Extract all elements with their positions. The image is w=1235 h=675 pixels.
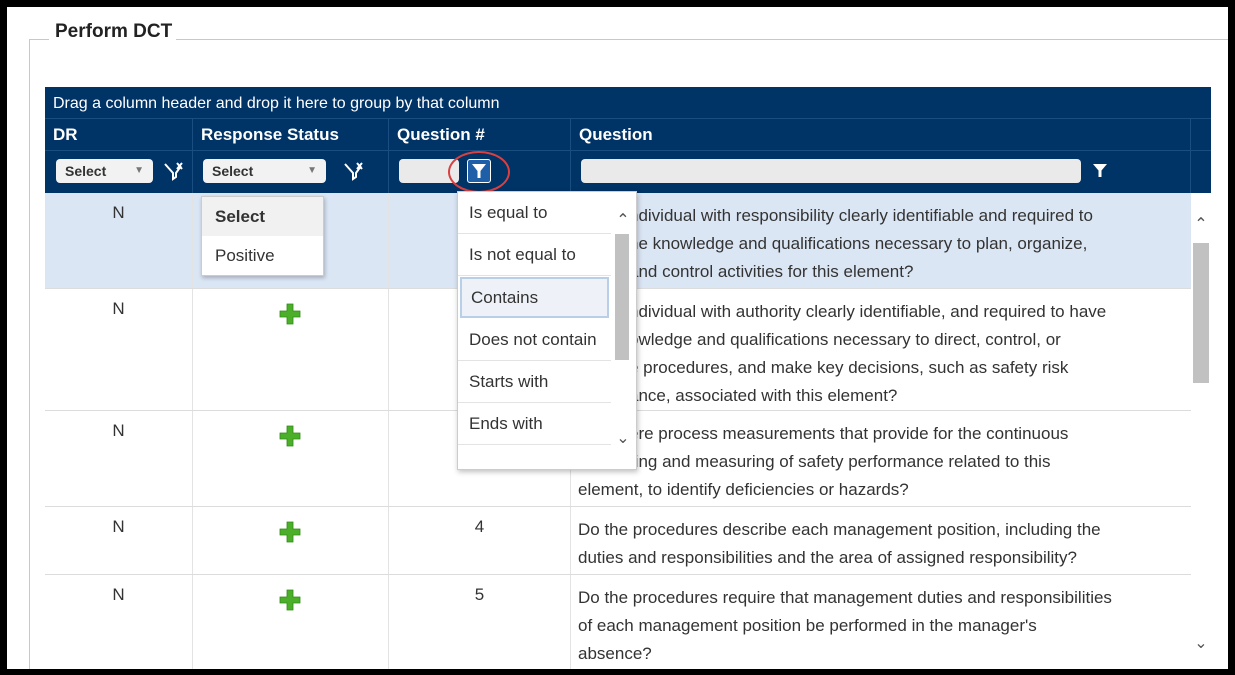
question-line: of each management position be performed…: [578, 616, 1037, 635]
question-line: ndividual with responsibility clearly id…: [629, 206, 1093, 225]
question-cell: ndividual with authority clearly identif…: [571, 289, 1191, 410]
question-line: ere process measurements that provide fo…: [629, 424, 1069, 443]
dr-cell: N: [45, 411, 193, 506]
filter-cell-question: [571, 151, 1191, 193]
plus-icon[interactable]: [278, 302, 302, 326]
operator-option[interactable]: Ends with: [458, 403, 611, 445]
column-header-dr[interactable]: DR: [45, 119, 193, 150]
operator-scrollbar[interactable]: ⌃ ⌄: [611, 192, 635, 467]
dr-cell: N: [45, 193, 193, 288]
question-line: and control activities for this element?: [629, 262, 914, 281]
question-cell: Do the procedures require that managemen…: [571, 575, 1191, 669]
highlight-circle: [448, 151, 510, 193]
question-line: e procedures, and make key decisions, su…: [629, 358, 1069, 377]
question-line: ance, associated with this element?: [629, 386, 898, 405]
question-line: Do the procedures describe each manageme…: [578, 520, 1101, 539]
dr-cell: N: [45, 507, 193, 574]
grid-scrollbar[interactable]: ⌃ ⌄: [1191, 193, 1211, 669]
plus-icon[interactable]: [278, 520, 302, 544]
scroll-up-icon[interactable]: ⌃: [1194, 217, 1208, 233]
question-cell: ndividual with responsibility clearly id…: [571, 193, 1191, 288]
operator-list: Is equal to Is not equal to Contains Doe…: [458, 192, 611, 445]
question-line: duties and responsibilities and the area…: [578, 548, 1077, 567]
response-status-cell[interactable]: [193, 507, 389, 574]
plus-icon[interactable]: [278, 588, 302, 612]
scroll-down-icon[interactable]: ⌄: [1194, 636, 1208, 652]
question-filter-input[interactable]: [581, 159, 1081, 183]
operator-option[interactable]: Is equal to: [458, 192, 611, 234]
question-line: owledge and qualifications necessary to …: [629, 330, 1061, 349]
dr-cell: N: [45, 575, 193, 669]
status-option-select[interactable]: Select: [202, 197, 323, 236]
operator-option[interactable]: Starts with: [458, 361, 611, 403]
column-header-question[interactable]: Question: [571, 119, 1191, 150]
question-line: absence?: [578, 644, 652, 663]
clear-filter-icon[interactable]: [342, 160, 364, 182]
scrollbar-thumb[interactable]: [1193, 243, 1209, 383]
status-filter-select-label: Select: [212, 163, 254, 179]
question-line: ring and measuring of safety performance…: [629, 452, 1051, 471]
chevron-down-icon: ▼: [134, 165, 144, 176]
filter-cell-response-status: Select ▼: [193, 151, 389, 193]
question-filter-button[interactable]: [1089, 159, 1113, 183]
table-row[interactable]: N 4 Do the procedures describe each mana…: [45, 507, 1191, 575]
question-number-cell: 4: [389, 507, 571, 574]
status-filter-select[interactable]: Select ▼: [203, 159, 326, 183]
group-drop-zone[interactable]: Drag a column header and drop it here to…: [45, 87, 1211, 118]
scroll-up-icon[interactable]: ⌃: [616, 210, 630, 230]
column-header-question-number[interactable]: Question #: [389, 119, 571, 150]
operator-option[interactable]: Does not contain: [458, 319, 611, 361]
funnel-icon: [1093, 164, 1107, 177]
clear-filter-icon[interactable]: [162, 160, 184, 182]
chevron-down-icon: ▼: [307, 165, 317, 176]
filter-cell-dr: Select ▼: [45, 151, 193, 193]
question-line: Do the procedures require that managemen…: [578, 588, 1112, 607]
filter-operator-dropdown: Is equal to Is not equal to Contains Doe…: [457, 191, 637, 470]
plus-icon[interactable]: [278, 424, 302, 448]
status-option-positive[interactable]: Positive: [202, 236, 323, 275]
status-filter-dropdown: Select Positive: [201, 196, 324, 276]
scroll-down-icon[interactable]: ⌄: [616, 428, 630, 448]
operator-option-selected[interactable]: Contains: [460, 277, 609, 318]
scrollbar-thumb[interactable]: [615, 234, 629, 360]
dr-filter-select-label: Select: [65, 163, 107, 179]
filter-row: Select ▼ Select ▼: [45, 150, 1211, 193]
question-line: ne knowledge and qualifications necessar…: [629, 234, 1088, 253]
window-frame: Perform DCT Drag a column header and dro…: [7, 7, 1228, 669]
question-line: ndividual with authority clearly identif…: [629, 302, 1107, 321]
question-cell: Do the procedures describe each manageme…: [571, 507, 1191, 574]
question-cell: ere process measurements that provide fo…: [571, 411, 1191, 506]
operator-option[interactable]: Is not equal to: [458, 234, 611, 276]
table-row[interactable]: N 5 Do the procedures require that manag…: [45, 575, 1191, 669]
question-line: element, to identify deficiencies or haz…: [578, 480, 909, 499]
panel-title: Perform DCT: [49, 21, 177, 43]
response-status-cell[interactable]: [193, 411, 389, 506]
dr-cell: N: [45, 289, 193, 410]
column-header-row: DR Response Status Question # Question: [45, 118, 1211, 150]
column-header-response-status[interactable]: Response Status: [193, 119, 389, 150]
question-number-cell: 5: [389, 575, 571, 669]
response-status-cell[interactable]: [193, 575, 389, 669]
response-status-cell[interactable]: [193, 289, 389, 410]
dr-filter-select[interactable]: Select ▼: [56, 159, 153, 183]
